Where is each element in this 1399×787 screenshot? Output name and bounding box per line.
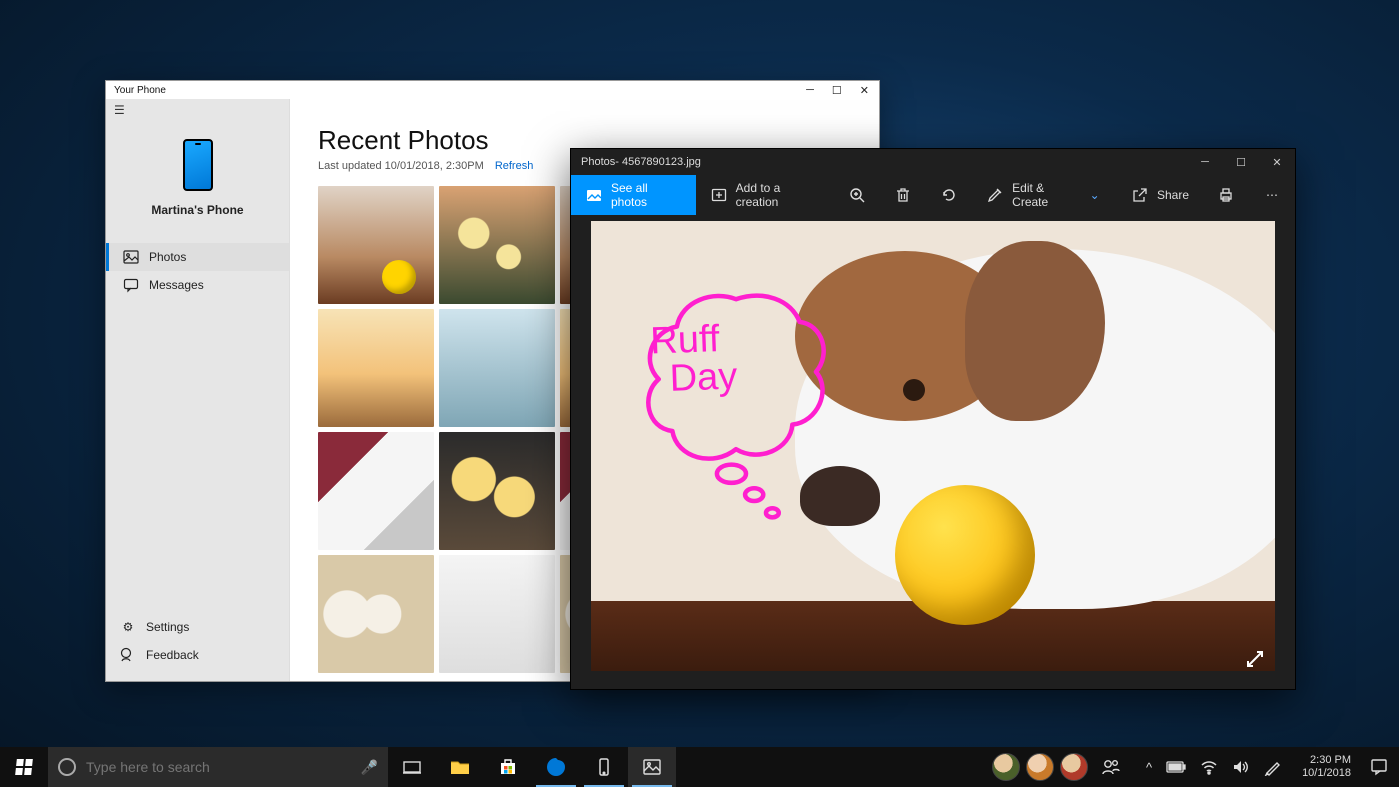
people-avatar[interactable] [1026, 753, 1054, 781]
window-controls: ─ ☐ ✕ [1187, 149, 1295, 175]
chevron-down-icon: ⌄ [1086, 186, 1103, 204]
microphone-icon[interactable]: 🎤 [361, 759, 378, 776]
photo-thumbnail[interactable] [439, 309, 555, 427]
people-button[interactable] [1094, 747, 1128, 787]
ink-annotation: Ruff Day [650, 320, 738, 399]
your-phone-sidebar: ☰ Martina's Phone Photos [106, 99, 290, 681]
edge-browser-button[interactable] [532, 747, 580, 787]
taskbar-people [986, 747, 1134, 787]
sidebar-item-photos[interactable]: Photos [106, 243, 289, 271]
print-icon [1217, 186, 1235, 204]
photo-thumbnail[interactable] [318, 432, 434, 550]
phone-label: Martina's Phone [151, 203, 243, 217]
photos-toolbar: See all photos Add to a creation [571, 175, 1295, 215]
trash-icon [894, 186, 912, 204]
rotate-icon [940, 186, 958, 204]
clock-date: 10/1/2018 [1302, 767, 1351, 780]
maximize-button[interactable]: ☐ [832, 84, 842, 97]
more-icon: ⋯ [1263, 186, 1281, 204]
collection-icon [585, 186, 603, 204]
button-label: See all photos [611, 181, 682, 209]
ink-line-2: Day [669, 358, 738, 398]
volume-icon[interactable] [1232, 758, 1250, 776]
search-input[interactable] [86, 759, 378, 775]
messages-icon [123, 277, 139, 293]
phone-icon [183, 139, 213, 191]
start-button[interactable] [0, 747, 48, 787]
last-updated-text: Last updated 10/01/2018, 2:30PM [318, 160, 484, 172]
clock-time: 2:30 PM [1302, 754, 1351, 767]
your-phone-title: Your Phone [110, 85, 166, 96]
photo-thumbnail[interactable] [318, 186, 434, 304]
sidebar-item-label: Photos [149, 250, 186, 264]
photo-thumbnail[interactable] [439, 186, 555, 304]
wifi-icon[interactable] [1200, 758, 1218, 776]
tray-chevron-icon[interactable]: ^ [1146, 760, 1152, 775]
minimize-button[interactable]: ─ [1187, 149, 1223, 175]
people-avatar[interactable] [1060, 753, 1088, 781]
edit-icon [986, 186, 1004, 204]
phone-device-block: Martina's Phone [106, 121, 289, 231]
add-to-creation-button[interactable]: Add to a creation [696, 175, 835, 215]
minimize-button[interactable]: ─ [806, 84, 814, 97]
button-label: Share [1157, 188, 1189, 202]
photo-thumbnail[interactable] [439, 432, 555, 550]
zoom-button[interactable] [834, 175, 880, 215]
zoom-icon [848, 186, 866, 204]
sidebar-item-label: Messages [149, 278, 204, 292]
sidebar-item-label: Feedback [146, 648, 199, 662]
sidebar-item-feedback[interactable]: Feedback [106, 641, 289, 669]
delete-button[interactable] [880, 175, 926, 215]
windows-logo-icon [15, 759, 33, 775]
photo-thumbnail[interactable] [318, 555, 434, 673]
print-button[interactable] [1203, 175, 1249, 215]
microsoft-store-button[interactable] [484, 747, 532, 787]
photo-thumbnail[interactable] [318, 309, 434, 427]
taskbar: 🎤 [0, 747, 1399, 787]
maximize-button[interactable]: ☐ [1223, 149, 1259, 175]
taskbar-clock[interactable]: 2:30 PM 10/1/2018 [1294, 754, 1359, 780]
fullscreen-button[interactable] [1245, 649, 1265, 669]
photos-titlebar[interactable]: Photos- 4567890123.jpg ─ ☐ ✕ [571, 149, 1295, 175]
cortana-icon [58, 758, 76, 776]
window-controls: ─ ☐ ✕ [806, 84, 875, 97]
your-phone-titlebar[interactable]: Your Phone ─ ☐ ✕ [106, 81, 879, 99]
photos-icon [123, 249, 139, 265]
sidebar-item-settings[interactable]: ⚙ Settings [106, 613, 289, 641]
button-label: Add to a creation [736, 181, 821, 209]
your-phone-taskbar-button[interactable] [580, 747, 628, 787]
share-button[interactable]: Share [1117, 175, 1203, 215]
edit-create-button[interactable]: Edit & Create ⌄ [972, 175, 1117, 215]
taskbar-search[interactable]: 🎤 [48, 747, 388, 787]
ink-line-1: Ruff [650, 320, 737, 361]
file-explorer-button[interactable] [436, 747, 484, 787]
photos-window: Photos- 4567890123.jpg ─ ☐ ✕ See all pho… [570, 148, 1296, 690]
rotate-button[interactable] [926, 175, 972, 215]
close-button[interactable]: ✕ [860, 84, 869, 97]
hamburger-icon[interactable]: ☰ [106, 99, 289, 121]
battery-icon[interactable] [1166, 761, 1186, 773]
share-icon [1131, 186, 1149, 204]
photo-ball [895, 485, 1035, 625]
people-avatar[interactable] [992, 753, 1020, 781]
photo-canvas[interactable]: Ruff Day [591, 221, 1275, 671]
sidebar-item-label: Settings [146, 620, 189, 634]
photo-thumbnail[interactable] [439, 555, 555, 673]
close-button[interactable]: ✕ [1259, 149, 1295, 175]
feedback-icon [120, 647, 136, 663]
sidebar-item-messages[interactable]: Messages [106, 271, 289, 299]
refresh-link[interactable]: Refresh [495, 160, 534, 172]
button-label: Edit & Create [1012, 181, 1078, 209]
action-center-button[interactable] [1359, 757, 1399, 777]
gear-icon: ⚙ [120, 619, 136, 635]
photos-taskbar-button[interactable] [628, 747, 676, 787]
ink-workspace-icon[interactable] [1264, 758, 1282, 776]
add-creation-icon [710, 186, 728, 204]
system-tray: ^ [1134, 758, 1294, 776]
photos-title: Photos- 4567890123.jpg [581, 156, 701, 168]
see-all-photos-button[interactable]: See all photos [571, 175, 696, 215]
more-button[interactable]: ⋯ [1249, 175, 1295, 215]
task-view-button[interactable] [388, 747, 436, 787]
